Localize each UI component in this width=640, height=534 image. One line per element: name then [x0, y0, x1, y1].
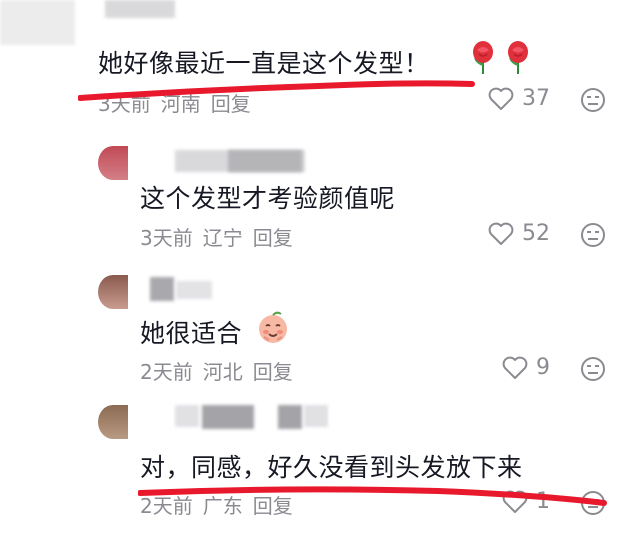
username-redacted — [228, 150, 302, 172]
comment-2: 这个发型才考验颜值呢 3天前 辽宁 回复 52 — [0, 130, 640, 250]
like-count: 52 — [522, 221, 550, 246]
avatar-redacted — [0, 0, 75, 45]
comment-text: 这个发型才考验颜值呢 — [140, 184, 396, 213]
like-button[interactable]: 9 — [502, 355, 550, 380]
dislike-face-icon[interactable] — [580, 356, 606, 382]
red-underline-annotation — [78, 80, 475, 101]
location: 辽宁 — [202, 226, 243, 250]
username-redacted — [150, 277, 174, 301]
username-redacted — [278, 405, 302, 429]
heart-icon — [488, 222, 514, 245]
like-button[interactable]: 52 — [488, 221, 550, 246]
username-redacted — [202, 405, 254, 429]
avatar[interactable] — [98, 146, 128, 180]
heart-icon — [488, 87, 514, 110]
rose-icon — [468, 40, 498, 78]
location: 河北 — [202, 360, 243, 384]
comment-text: 对，同感，好久没看到头发放下来 — [140, 453, 523, 482]
heart-icon — [502, 356, 528, 379]
username-redacted — [105, 0, 175, 18]
username-redacted — [176, 281, 212, 299]
avatar[interactable] — [98, 405, 128, 439]
dislike-face-icon[interactable] — [580, 222, 606, 248]
username-redacted — [304, 405, 328, 427]
rose-icon — [503, 40, 533, 78]
comment-meta: 2天前 河北 回复 — [140, 356, 303, 385]
smiling-peach-face-icon — [255, 309, 291, 349]
like-button[interactable]: 37 — [488, 86, 550, 111]
comment-4: 对，同感，好久没看到头发放下来 2天前 广东 回复 1 — [0, 395, 640, 534]
like-count: 37 — [522, 86, 550, 111]
reply-button[interactable]: 回复 — [253, 360, 293, 384]
comment-text: 她好像最近一直是这个发型！ — [98, 49, 430, 78]
red-underline-annotation — [138, 486, 607, 506]
avatar[interactable] — [98, 275, 128, 309]
like-count: 9 — [536, 355, 550, 380]
comment-meta: 3天前 辽宁 回复 — [140, 222, 303, 251]
username-redacted — [175, 405, 199, 427]
timestamp: 2天前 — [140, 360, 193, 384]
reply-button[interactable]: 回复 — [253, 226, 293, 250]
comment-text: 她很适合 — [140, 319, 243, 348]
comment-3: 她很适合 2天前 河北 回复 9 — [0, 265, 640, 385]
dislike-face-icon[interactable] — [580, 87, 606, 113]
timestamp: 3天前 — [140, 226, 193, 250]
comment-1: 她好像最近一直是这个发型！ 3天前 河南 回复 37 — [0, 0, 640, 120]
